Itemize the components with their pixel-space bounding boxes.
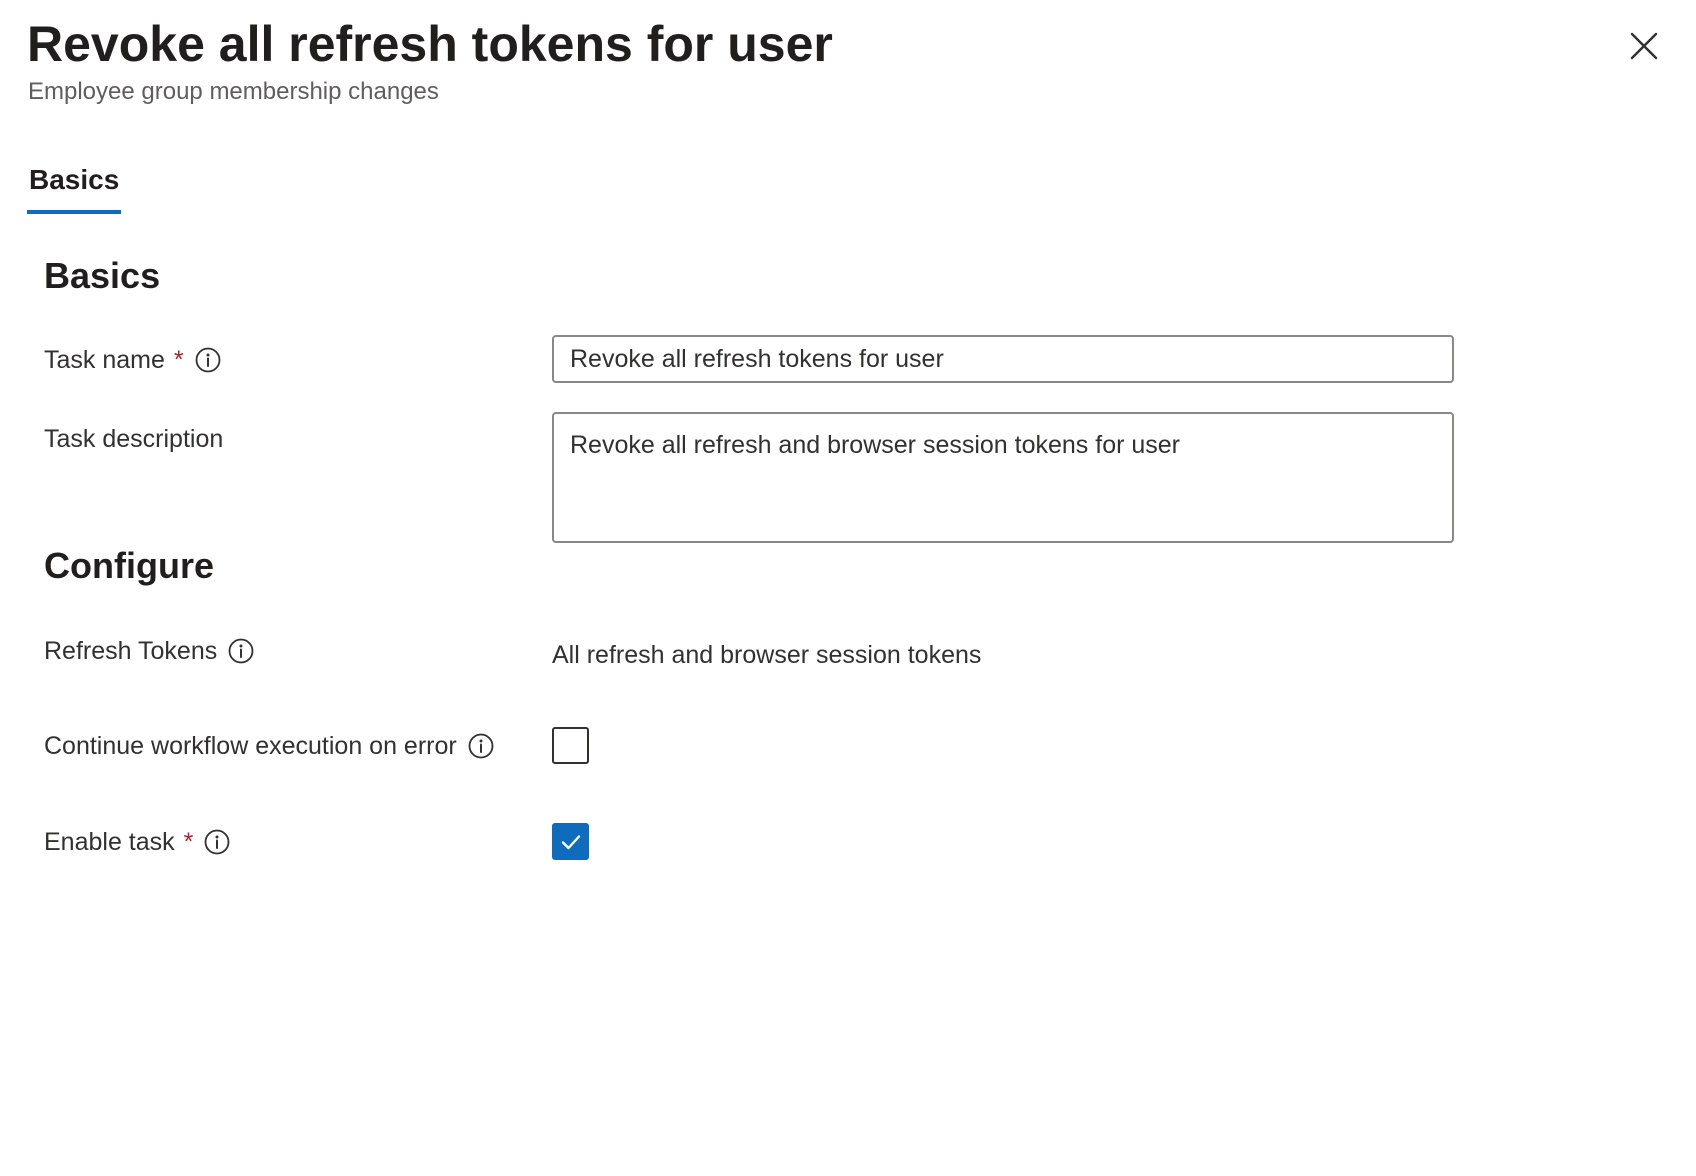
refresh-tokens-value: All refresh and browser session tokens: [552, 641, 982, 669]
tab-bar: Basics: [27, 160, 122, 214]
refresh-tokens-label: Refresh Tokens: [44, 634, 255, 668]
panel-subtitle: Employee group membership changes: [28, 78, 439, 105]
panel-title: Revoke all refresh tokens for user: [27, 16, 833, 72]
continue-on-error-label: Continue workflow execution on error: [44, 729, 495, 763]
task-name-label: Task name *: [44, 343, 222, 377]
continue-on-error-checkbox[interactable]: [552, 727, 589, 764]
info-icon[interactable]: [203, 828, 231, 856]
close-button[interactable]: [1620, 22, 1668, 70]
task-description-label: Task description: [44, 422, 223, 456]
task-description-label-text: Task description: [44, 425, 224, 453]
enable-task-checkbox[interactable]: [552, 823, 589, 860]
info-icon[interactable]: [194, 346, 222, 374]
close-icon: [1630, 32, 1658, 60]
enable-task-label-text: Enable task: [44, 828, 175, 856]
info-icon[interactable]: [467, 732, 495, 760]
required-marker: *: [183, 828, 194, 856]
tab-basics-label: Basics: [29, 164, 120, 195]
tab-selected-indicator: [27, 210, 122, 214]
info-icon[interactable]: [227, 637, 255, 665]
required-marker: *: [173, 346, 184, 374]
refresh-tokens-label-text: Refresh Tokens: [44, 637, 218, 665]
configure-heading: Configure: [44, 545, 214, 586]
continue-on-error-label-text: Continue workflow execution on error: [44, 732, 457, 760]
basics-heading: Basics: [44, 255, 161, 296]
task-name-label-text: Task name: [44, 346, 165, 374]
checkmark-icon: [561, 834, 580, 849]
task-description-textarea[interactable]: Revoke all refresh and browser session t…: [552, 412, 1454, 543]
tab-basics[interactable]: Basics: [27, 160, 122, 214]
enable-task-label: Enable task *: [44, 825, 231, 859]
task-name-input[interactable]: [552, 335, 1454, 383]
